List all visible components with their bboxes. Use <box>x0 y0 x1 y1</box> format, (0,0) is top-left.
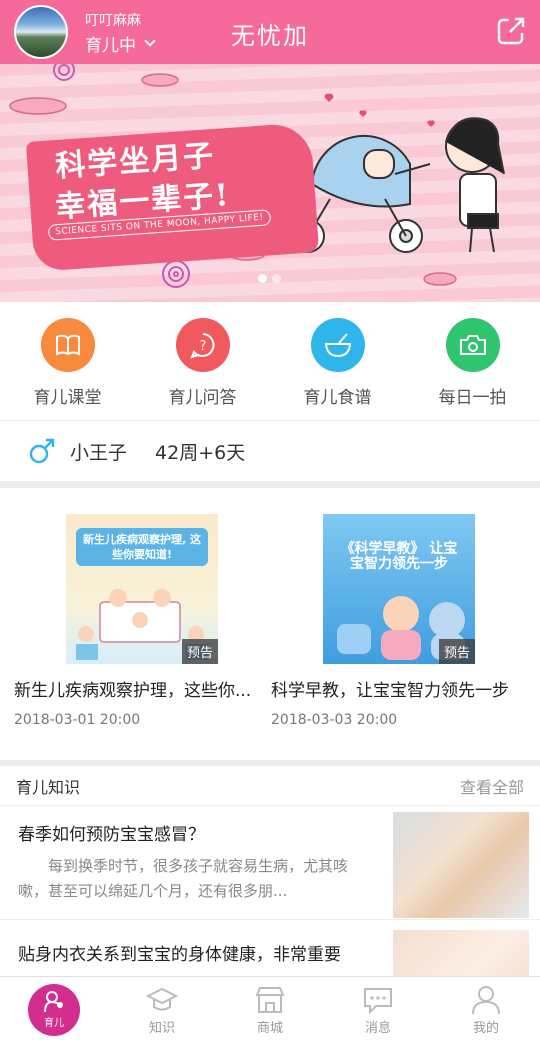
nav-item-messages[interactable]: 消息 <box>324 977 432 1044</box>
male-icon <box>29 438 55 464</box>
baby-name: 小王子 <box>70 441 128 464</box>
quick-item-qa[interactable]: ? 育儿问答 <box>135 302 270 420</box>
course-date: 2018-03-01 20:00 <box>14 712 141 728</box>
promo-banner[interactable]: 科学坐月子 幸福一辈子! SCIENCE SITS ON THE MOON, H… <box>0 64 540 302</box>
article-item[interactable]: 贴身内衣关系到宝宝的身体健康，非常重要 <box>0 920 540 980</box>
question-icon: ? <box>175 318 230 372</box>
thumbnail-text: 新生儿疾病观察护理, 这些你要知道! <box>76 528 208 566</box>
article-image <box>393 930 529 980</box>
preview-tag: 预告 <box>438 639 475 664</box>
course-thumbnail: 《科学早教》 让宝宝智力领先一步 预告 <box>323 514 475 664</box>
knowledge-section: 育儿知识 查看全部 春季如何预防宝宝感冒？ 每到换季时节，很多孩子就容易生病，尤… <box>0 766 540 980</box>
course-title: 科学早教，让宝宝智力领先一步 <box>271 681 509 701</box>
preview-tag: 预告 <box>181 639 218 664</box>
article-title: 贴身内衣关系到宝宝的身体健康，非常重要 <box>18 945 341 965</box>
nav-label: 商城 <box>256 1021 283 1036</box>
app-title: 无忧加 <box>231 22 309 50</box>
article-excerpt: 每到换季时节，很多孩子就容易生病，尤其咳嗽，甚至可以绵延几个月，还有很多朋... <box>18 857 349 900</box>
camera-icon <box>445 318 500 372</box>
store-icon <box>255 987 285 1013</box>
svg-text:?: ? <box>199 339 206 354</box>
quick-item-label: 育儿食谱 <box>303 388 372 408</box>
baby-age: 42周+6天 <box>155 441 246 464</box>
quick-item-parenting-class[interactable]: 育儿课堂 <box>0 302 135 420</box>
nav-label: 我的 <box>472 1021 499 1036</box>
quick-item-label: 育儿问答 <box>168 388 237 408</box>
nav-active-indicator: 育儿 <box>28 983 80 1036</box>
nav-label: 知识 <box>148 1021 175 1036</box>
course-date: 2018-03-03 20:00 <box>271 712 398 728</box>
app-header: 叮叮麻麻 育儿中 无忧加 <box>0 0 540 64</box>
section-title: 育儿知识 <box>16 777 81 797</box>
article-item[interactable]: 春季如何预防宝宝感冒？ 每到换季时节，很多孩子就容易生病，尤其咳嗽，甚至可以绵延… <box>0 806 540 920</box>
nav-label: 消息 <box>364 1021 391 1036</box>
course-title: 新生儿疾病观察护理，这些你... <box>14 681 252 701</box>
article-title: 春季如何预防宝宝感冒？ <box>18 825 205 845</box>
user-icon <box>472 986 500 1015</box>
course-section: 新生儿疾病观察护理, 这些你要知道! 预告 新生儿疾病观察护理，这些你... 2… <box>0 488 540 760</box>
article-image <box>393 812 529 918</box>
nav-item-parenting[interactable]: 育儿 <box>0 977 108 1044</box>
course-card[interactable]: 《科学早教》 让宝宝智力领先一步 预告 科学早教，让宝宝智力领先一步 2018-… <box>271 514 526 728</box>
quick-item-label: 每日一拍 <box>438 388 507 408</box>
baby-info[interactable]: 小王子 42周+6天 <box>0 420 540 481</box>
nav-item-profile[interactable]: 我的 <box>432 977 540 1044</box>
message-icon <box>364 988 392 1015</box>
thumbnail-text: 《科学早教》 让宝宝智力领先一步 <box>340 541 458 572</box>
nav-label: 育儿 <box>44 1018 64 1029</box>
nav-item-store[interactable]: 商城 <box>216 977 324 1044</box>
nav-item-knowledge[interactable]: 知识 <box>108 977 216 1044</box>
banner-pagination <box>258 274 281 283</box>
banner-dot[interactable] <box>272 274 281 283</box>
knowledge-header: 育儿知识 查看全部 <box>0 766 540 806</box>
quick-menu: 育儿课堂 ? 育儿问答 育儿食谱 每日一拍 <box>0 302 540 420</box>
graduation-cap-icon <box>146 987 178 1011</box>
course-thumbnail: 新生儿疾病观察护理, 这些你要知道! 预告 <box>66 514 218 664</box>
course-card[interactable]: 新生儿疾病观察护理, 这些你要知道! 预告 新生儿疾病观察护理，这些你... 2… <box>14 514 269 728</box>
view-all-link[interactable]: 查看全部 <box>460 774 524 798</box>
banner-dot[interactable] <box>258 274 267 283</box>
bowl-icon <box>310 318 365 372</box>
quick-item-daily-photo[interactable]: 每日一拍 <box>405 302 540 420</box>
book-icon <box>40 318 95 372</box>
share-icon[interactable] <box>496 16 526 46</box>
bottom-nav: 育儿 知识 商城 消息 我的 <box>0 976 540 1044</box>
quick-item-recipes[interactable]: 育儿食谱 <box>270 302 405 420</box>
mother-baby-icon <box>44 991 63 1013</box>
quick-item-label: 育儿课堂 <box>33 388 102 408</box>
